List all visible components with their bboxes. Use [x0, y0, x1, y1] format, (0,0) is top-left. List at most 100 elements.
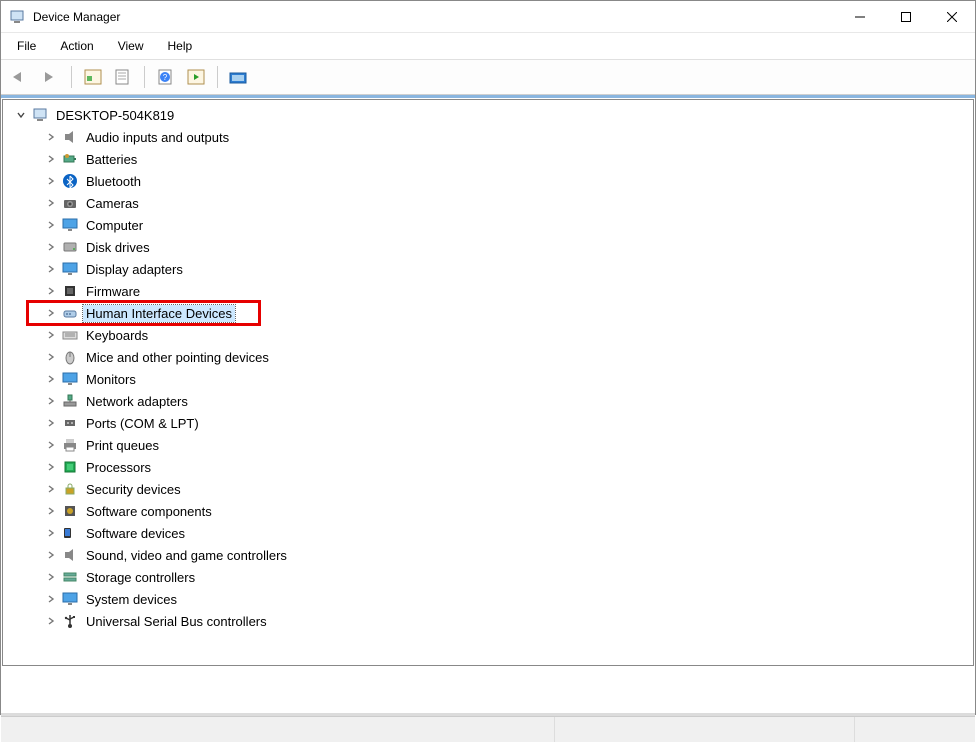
- chevron-right-icon[interactable]: [45, 505, 57, 517]
- minimize-button[interactable]: [837, 1, 883, 33]
- tree-node[interactable]: Disk drives: [45, 236, 973, 258]
- toolbar-separator: [71, 66, 72, 88]
- tree-node-label: Universal Serial Bus controllers: [83, 613, 270, 630]
- chevron-right-icon[interactable]: [45, 219, 57, 231]
- chevron-right-icon[interactable]: [45, 483, 57, 495]
- port-icon: [61, 414, 79, 432]
- chevron-down-icon[interactable]: [15, 109, 27, 121]
- component-icon: [61, 502, 79, 520]
- chevron-right-icon[interactable]: [45, 461, 57, 473]
- tree-node[interactable]: Network adapters: [45, 390, 973, 412]
- menu-help[interactable]: Help: [156, 35, 205, 57]
- tree-node[interactable]: Ports (COM & LPT): [45, 412, 973, 434]
- chevron-right-icon[interactable]: [45, 175, 57, 187]
- chevron-right-icon[interactable]: [45, 395, 57, 407]
- tree-node[interactable]: Keyboards: [45, 324, 973, 346]
- chevron-right-icon[interactable]: [45, 153, 57, 165]
- tree-node-label: Sound, video and game controllers: [83, 547, 290, 564]
- toolbar-separator: [217, 66, 218, 88]
- chevron-right-icon[interactable]: [45, 549, 57, 561]
- tree-node[interactable]: Audio inputs and outputs: [45, 126, 973, 148]
- help-button[interactable]: ?: [153, 64, 179, 90]
- battery-icon: [61, 150, 79, 168]
- tree-node-label: Batteries: [83, 151, 140, 168]
- chevron-right-icon[interactable]: [45, 527, 57, 539]
- tree-node[interactable]: Computer: [45, 214, 973, 236]
- chevron-right-icon[interactable]: [45, 373, 57, 385]
- monitor-icon: [61, 370, 79, 388]
- back-button[interactable]: [7, 64, 33, 90]
- computer-icon: [31, 106, 49, 124]
- update-driver-button[interactable]: [226, 64, 252, 90]
- tree-node[interactable]: Batteries: [45, 148, 973, 170]
- mouse-icon: [61, 348, 79, 366]
- status-segment: [855, 717, 975, 742]
- properties-button[interactable]: [110, 64, 136, 90]
- scan-hardware-button[interactable]: [183, 64, 209, 90]
- tree-node[interactable]: Software devices: [45, 522, 973, 544]
- tree-node-label: Print queues: [83, 437, 162, 454]
- close-button[interactable]: [929, 1, 975, 33]
- tree-node[interactable]: Mice and other pointing devices: [45, 346, 973, 368]
- chevron-right-icon[interactable]: [45, 593, 57, 605]
- tree-node[interactable]: Security devices: [45, 478, 973, 500]
- device-tree[interactable]: DESKTOP-504K819 Audio inputs and outputs…: [2, 99, 974, 666]
- window-title: Device Manager: [33, 10, 837, 24]
- tree-node-label: Human Interface Devices: [83, 305, 235, 322]
- chevron-right-icon[interactable]: [45, 241, 57, 253]
- tree-node-label: Ports (COM & LPT): [83, 415, 202, 432]
- monitor-icon: [61, 216, 79, 234]
- chevron-right-icon[interactable]: [45, 417, 57, 429]
- speaker-icon: [61, 546, 79, 564]
- tree-node-label: Keyboards: [83, 327, 151, 344]
- tree-node-label: Computer: [83, 217, 146, 234]
- tree-node-label: Monitors: [83, 371, 139, 388]
- chevron-right-icon[interactable]: [45, 439, 57, 451]
- chevron-right-icon[interactable]: [45, 197, 57, 209]
- chevron-right-icon[interactable]: [45, 263, 57, 275]
- tree-root-node[interactable]: DESKTOP-504K819: [15, 104, 973, 126]
- tree-node[interactable]: Processors: [45, 456, 973, 478]
- menu-action[interactable]: Action: [48, 35, 105, 57]
- show-hide-tree-button[interactable]: [80, 64, 106, 90]
- system-icon: [61, 590, 79, 608]
- tree-node[interactable]: Print queues: [45, 434, 973, 456]
- tree-node-label: Security devices: [83, 481, 184, 498]
- chevron-right-icon[interactable]: [45, 131, 57, 143]
- tree-node-label: Audio inputs and outputs: [83, 129, 232, 146]
- chevron-right-icon[interactable]: [45, 571, 57, 583]
- security-icon: [61, 480, 79, 498]
- tree-node[interactable]: Cameras: [45, 192, 973, 214]
- tree-node-label: Display adapters: [83, 261, 186, 278]
- tree-node-label: Network adapters: [83, 393, 191, 410]
- content-area: DESKTOP-504K819 Audio inputs and outputs…: [1, 95, 975, 716]
- tree-node[interactable]: Software components: [45, 500, 973, 522]
- keyboard-icon: [61, 326, 79, 344]
- tree-node-label: Cameras: [83, 195, 142, 212]
- hid-icon: [61, 304, 79, 322]
- monitor-icon: [61, 260, 79, 278]
- menu-file[interactable]: File: [5, 35, 48, 57]
- tree-node[interactable]: System devices: [45, 588, 973, 610]
- network-icon: [61, 392, 79, 410]
- usb-icon: [61, 612, 79, 630]
- tree-node[interactable]: Monitors: [45, 368, 973, 390]
- tree-node[interactable]: Human Interface Devices: [45, 302, 973, 324]
- toolbar-separator: [144, 66, 145, 88]
- tree-node[interactable]: Bluetooth: [45, 170, 973, 192]
- tree-node-label: Bluetooth: [83, 173, 144, 190]
- tree-node[interactable]: Sound, video and game controllers: [45, 544, 973, 566]
- chevron-right-icon[interactable]: [45, 307, 57, 319]
- chevron-right-icon[interactable]: [45, 285, 57, 297]
- tree-node[interactable]: Display adapters: [45, 258, 973, 280]
- tree-node[interactable]: Universal Serial Bus controllers: [45, 610, 973, 632]
- chevron-right-icon[interactable]: [45, 329, 57, 341]
- forward-button[interactable]: [37, 64, 63, 90]
- chevron-right-icon[interactable]: [45, 615, 57, 627]
- menu-view[interactable]: View: [106, 35, 156, 57]
- tree-node-label: System devices: [83, 591, 180, 608]
- tree-node[interactable]: Storage controllers: [45, 566, 973, 588]
- maximize-button[interactable]: [883, 1, 929, 33]
- tree-node[interactable]: Firmware: [45, 280, 973, 302]
- chevron-right-icon[interactable]: [45, 351, 57, 363]
